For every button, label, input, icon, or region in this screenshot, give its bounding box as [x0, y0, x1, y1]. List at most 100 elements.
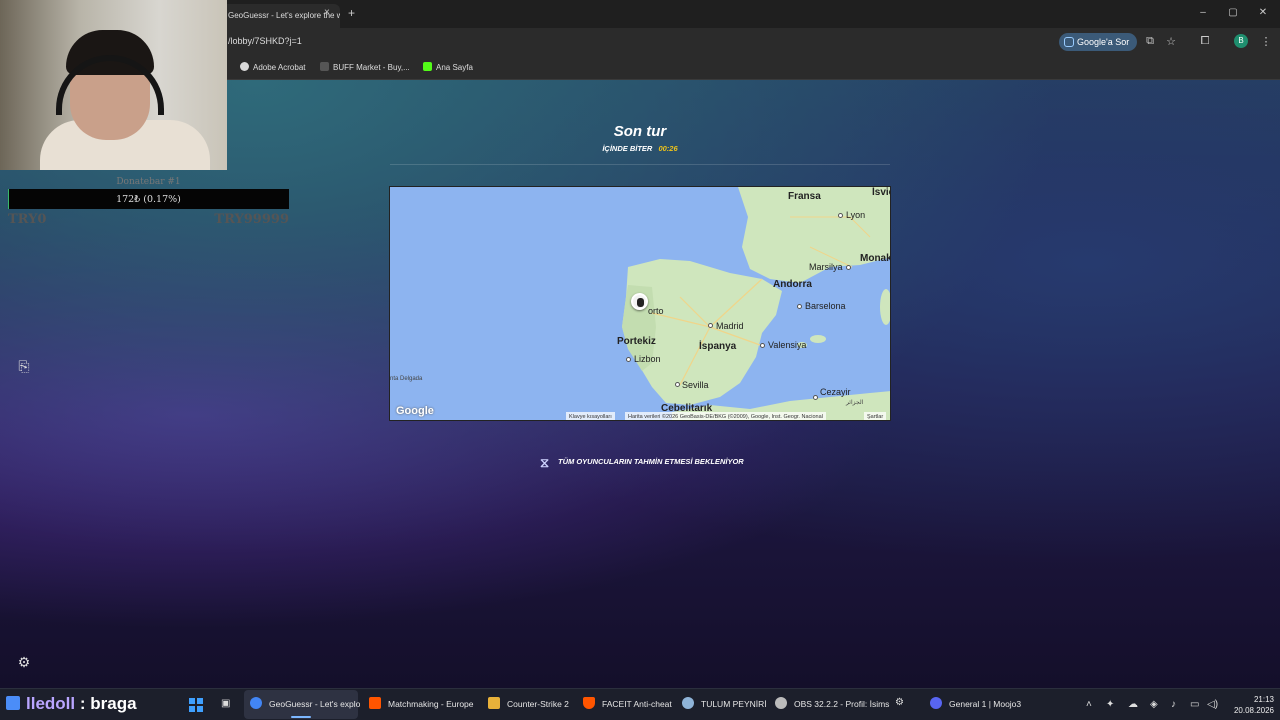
bookmark-label: BUFF Market - Buy,...	[333, 63, 410, 72]
clock-time: 21:13	[1253, 695, 1274, 704]
extensions-icon[interactable]: ⧠	[1198, 35, 1212, 48]
map-label-city: Cezayir	[820, 387, 851, 397]
map-label-country: Monak	[860, 253, 891, 264]
maximize-button[interactable]: ▢	[1226, 7, 1240, 18]
steam-icon	[682, 697, 694, 709]
map-city-dot	[708, 323, 713, 328]
kick-icon	[423, 62, 432, 71]
cast-icon[interactable]: ⧉	[1143, 35, 1157, 48]
stream-caption: lledoll : braga	[6, 694, 137, 714]
cs2-icon	[488, 697, 500, 709]
taskbar-app-label: General 1 | Moojo3	[949, 699, 1022, 709]
buff-icon	[320, 62, 329, 71]
map-label-city: Madrid	[716, 321, 744, 331]
tray-chevron-icon[interactable]: ˄	[1086, 699, 1092, 710]
webcam-overlay	[0, 0, 227, 170]
round-title: Son tur	[613, 123, 667, 140]
google-logo: Google	[396, 405, 434, 417]
map-label-city: nta Delgada	[390, 376, 423, 382]
google-lens-icon	[1064, 37, 1074, 47]
bookmark-ana-sayfa[interactable]: Ana Sayfa	[423, 62, 473, 72]
map-city-dot	[838, 213, 843, 218]
tray-cloud-icon[interactable]: ☁	[1128, 699, 1138, 710]
profile-avatar[interactable]: B	[1234, 34, 1248, 48]
system-clock[interactable]: 21:13 20.08.2026	[1222, 694, 1274, 716]
map-city-dot	[813, 395, 818, 400]
map-city-dot	[626, 357, 631, 362]
taskbar-app-label: Counter-Strike 2	[507, 699, 569, 709]
bookmark-label: Adobe Acrobat	[253, 63, 306, 72]
tray-security-icon[interactable]: ◈	[1150, 699, 1158, 710]
taskbar-app-discord[interactable]: General 1 | Moojo3	[930, 697, 1021, 709]
map-label-city: Barselona	[805, 301, 846, 311]
map-data-attribution: Harita verileri ©2026 GeoBasis-DE/BKG (©…	[625, 412, 826, 420]
gear-icon[interactable]: ⚙	[14, 654, 34, 674]
map-city-dot	[675, 382, 680, 387]
caption-text: braga	[90, 694, 137, 713]
taskbar-app-label: FACEIT Anti-cheat	[602, 699, 672, 709]
ask-google-label: Google'a Sor	[1077, 37, 1130, 47]
map-terms-link[interactable]: Şartlar	[864, 412, 887, 420]
map-city-dot	[846, 265, 851, 270]
bookmark-buff-market[interactable]: BUFF Market - Buy,...	[320, 62, 410, 72]
guess-map[interactable]: Fransa Portekiz İspanya Andorra Monak İs…	[389, 186, 891, 421]
new-tab-button[interactable]: +	[348, 6, 355, 20]
caption-user: lledoll	[26, 694, 76, 713]
player-guess-marker[interactable]	[631, 293, 648, 310]
network-icon[interactable]: ▭	[1190, 699, 1199, 710]
keyboard-shortcuts-link[interactable]: Klavye kısayolları	[566, 412, 615, 420]
map-label-city: orto	[648, 306, 664, 316]
taskbar-app-faceit[interactable]: Matchmaking - Europe	[369, 697, 474, 709]
report-icon[interactable]: ⎘	[14, 358, 34, 378]
bookmark-adobe-acrobat[interactable]: Adobe Acrobat	[240, 62, 305, 72]
map-label-country: İsviç	[872, 187, 890, 198]
clock-date: 20.08.2026	[1233, 706, 1274, 715]
waiting-status: ⧖ TÜM OYUNCULARIN TAHMİN ETMESİ BEKLENİY…	[530, 452, 750, 472]
map-label-country: Fransa	[788, 191, 821, 202]
map-label-city: Lizbon	[634, 354, 661, 364]
hourglass-icon: ⧖	[540, 455, 550, 470]
taskbar-app-label: OBS 32.2.2 - Profil: İsims	[794, 699, 890, 709]
close-window-button[interactable]: ✕	[1256, 7, 1270, 18]
taskbar-app-faceit-ac[interactable]: FACEIT Anti-cheat	[583, 697, 672, 709]
bookmark-star-icon[interactable]: ☆	[1164, 35, 1178, 48]
donation-max-label: TRY99999	[214, 212, 289, 227]
windows-taskbar: lledoll : braga ▣ GeoGuessr - Let's expl…	[0, 688, 1280, 720]
taskbar-app-chrome[interactable]: GeoGuessr - Let's explo	[250, 697, 360, 709]
tab-close-icon[interactable]: ×	[324, 7, 330, 18]
donation-bar-title: Donatebar #1	[116, 177, 181, 187]
more-menu-icon[interactable]: ⋮	[1259, 35, 1273, 48]
map-label-country: İspanya	[699, 341, 737, 352]
taskbar-app-label: TULUM PEYNİRİ	[701, 699, 767, 709]
windows-start-button[interactable]	[189, 698, 203, 712]
taskbar-app-obs[interactable]: OBS 32.2.2 - Profil: İsims	[775, 697, 889, 709]
address-bar[interactable]: /lobby/7SHKD?j=1	[228, 36, 302, 46]
microphone-icon[interactable]: ♪	[1171, 699, 1176, 710]
browser-tab-geoguessr[interactable]: GeoGuessr - Let's explore the w...	[220, 4, 340, 28]
timer-label: İÇİNDE BİTER	[602, 144, 653, 153]
taskbar-app-steam[interactable]: TULUM PEYNİRİ	[682, 697, 767, 709]
settings-app-icon[interactable]: ⚙	[895, 697, 904, 708]
title-divider	[390, 164, 890, 165]
volume-icon[interactable]: ◁)	[1207, 699, 1218, 710]
caption-icon	[6, 696, 20, 710]
map-label-country: Portekiz	[617, 336, 656, 347]
timer-value: 00:26	[658, 144, 678, 153]
donation-bar: 172₺ (0.17%)	[8, 189, 289, 209]
task-view-icon[interactable]: ▣	[221, 698, 230, 709]
tray-app-icon[interactable]: ✦	[1106, 699, 1114, 710]
taskbar-app-label: GeoGuessr - Let's explo	[269, 699, 361, 709]
caption-separator: :	[75, 694, 91, 713]
taskbar-app-cs2[interactable]: Counter-Strike 2	[488, 697, 569, 709]
waiting-text: TÜM OYUNCULARIN TAHMİN ETMESİ BEKLENİYOR	[558, 457, 744, 466]
discord-icon	[930, 697, 942, 709]
map-city-dot	[760, 343, 765, 348]
map-label-city: Sevilla	[682, 380, 709, 390]
donation-min-label: TRY0	[8, 212, 47, 227]
map-label-country: Andorra	[773, 279, 812, 290]
minimize-button[interactable]: –	[1196, 7, 1210, 18]
geoguessr-page: Son tur İÇİNDE BİTER 00:26 Fransa Portek…	[0, 80, 1280, 688]
donation-bar-text: 172₺ (0.17%)	[116, 194, 181, 205]
ask-google-button[interactable]: Google'a Sor	[1059, 33, 1137, 51]
map-label-city: Valensiya	[768, 340, 807, 350]
